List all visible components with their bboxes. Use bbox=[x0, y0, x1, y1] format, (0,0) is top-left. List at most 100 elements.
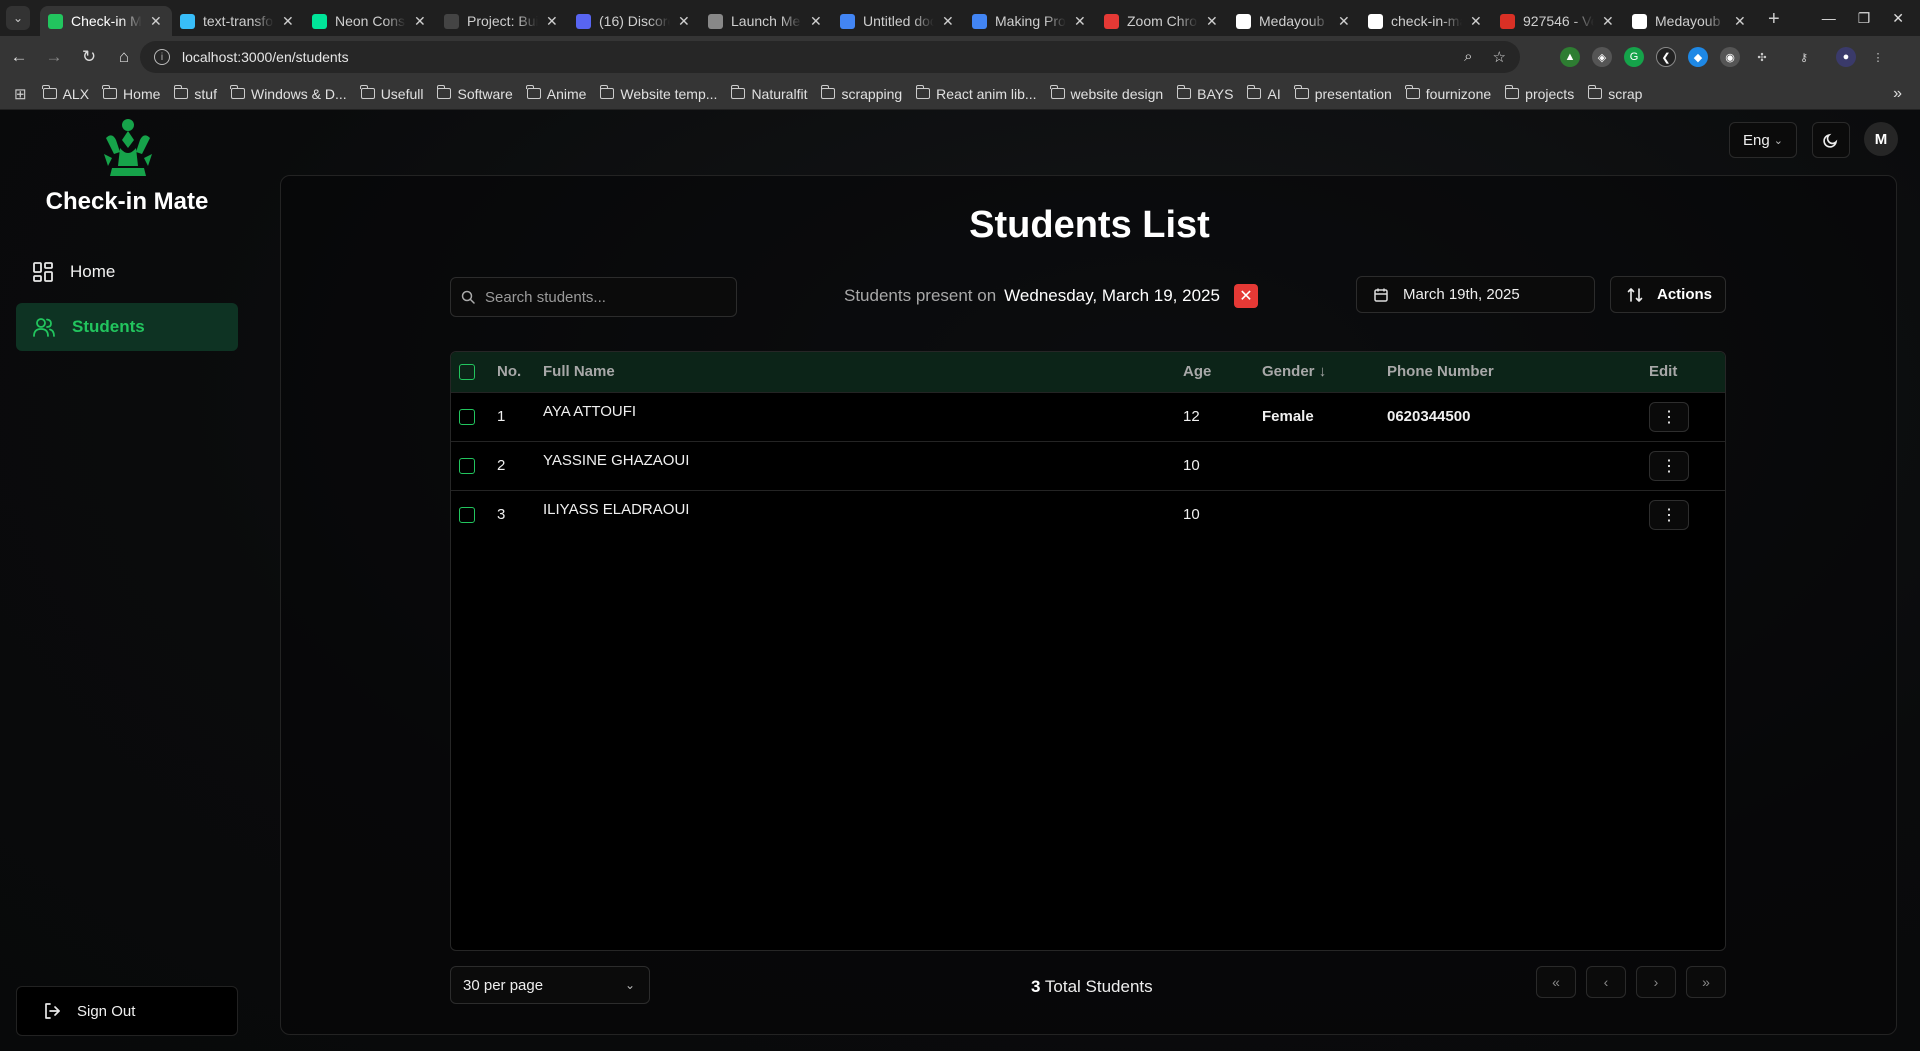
browser-tab[interactable]: Untitled doc ✕ bbox=[832, 6, 964, 36]
url-text: localhost:3000/en/students bbox=[182, 49, 349, 65]
date-picker-button[interactable]: March 19th, 2025 bbox=[1356, 276, 1595, 313]
close-window-button[interactable]: ✕ bbox=[1892, 10, 1904, 27]
browser-tab[interactable]: Zoom Chrome ✕ bbox=[1096, 6, 1228, 36]
language-select[interactable]: Eng ⌄ bbox=[1729, 122, 1797, 158]
theme-toggle-button[interactable] bbox=[1812, 122, 1850, 158]
close-tab-icon[interactable]: ✕ bbox=[1602, 13, 1616, 30]
close-tab-icon[interactable]: ✕ bbox=[1338, 13, 1352, 30]
browser-menu-icon[interactable]: ⋮ bbox=[1868, 47, 1888, 67]
row-checkbox[interactable] bbox=[459, 458, 475, 475]
bookmark-item[interactable]: Website temp... bbox=[599, 85, 717, 102]
back-button[interactable]: ← bbox=[3, 41, 35, 73]
bookmark-item[interactable]: ALX bbox=[41, 85, 89, 102]
address-bar[interactable]: i localhost:3000/en/students ⌕ ☆ bbox=[140, 41, 1520, 73]
apps-grid-icon[interactable]: ⊞ bbox=[14, 85, 27, 103]
bookmark-item[interactable]: scrapping bbox=[820, 85, 902, 102]
extension-icon[interactable]: ◆ bbox=[1688, 47, 1708, 67]
site-info-icon[interactable]: i bbox=[154, 49, 170, 65]
bookmark-item[interactable]: Windows & D... bbox=[230, 85, 347, 102]
browser-tab[interactable]: (16) Discord ✕ bbox=[568, 6, 700, 36]
sidebar-item-students[interactable]: Students bbox=[16, 303, 238, 351]
extension-icon[interactable]: ▲ bbox=[1560, 47, 1580, 67]
bookmark-item[interactable]: AI bbox=[1246, 85, 1281, 102]
browser-tab[interactable]: Neon Console ✕ bbox=[304, 6, 436, 36]
bookmark-item[interactable]: presentation bbox=[1294, 85, 1392, 102]
bookmark-item[interactable]: stuf bbox=[173, 85, 217, 102]
bookmark-item[interactable]: fournizone bbox=[1405, 85, 1491, 102]
zoom-icon[interactable]: ⌕ bbox=[1464, 48, 1472, 66]
browser-tab[interactable]: Medayoub ✕ bbox=[1228, 6, 1360, 36]
previous-page-button[interactable]: ‹ bbox=[1586, 966, 1626, 998]
close-tab-icon[interactable]: ✕ bbox=[546, 13, 560, 30]
first-page-button[interactable]: « bbox=[1536, 966, 1576, 998]
bookmark-item[interactable]: projects bbox=[1504, 85, 1574, 102]
table-body: 1 AYA ATTOUFI 12 Female 0620344500 ⋮ 2 YASSINE … bbox=[451, 392, 1725, 539]
bookmark-item[interactable]: Naturalfit bbox=[730, 85, 807, 102]
password-key-icon[interactable]: ⚷ bbox=[1794, 47, 1814, 67]
sign-out-icon bbox=[45, 1003, 60, 1019]
select-all-checkbox[interactable] bbox=[459, 364, 475, 381]
close-tab-icon[interactable]: ✕ bbox=[1470, 13, 1484, 30]
close-tab-icon[interactable]: ✕ bbox=[1206, 13, 1220, 30]
close-tab-icon[interactable]: ✕ bbox=[150, 13, 164, 30]
browser-tab[interactable]: Check-in Mate ✕ bbox=[40, 6, 172, 36]
close-tab-icon[interactable]: ✕ bbox=[282, 13, 296, 30]
reload-button[interactable]: ↻ bbox=[73, 41, 105, 73]
bookmark-item[interactable]: React anim lib... bbox=[915, 85, 1037, 102]
last-page-button[interactable]: » bbox=[1686, 966, 1726, 998]
close-tab-icon[interactable]: ✕ bbox=[678, 13, 692, 30]
close-tab-icon[interactable]: ✕ bbox=[1734, 13, 1748, 30]
row-checkbox[interactable] bbox=[459, 409, 475, 426]
browser-tab[interactable]: Launch Me ✕ bbox=[700, 6, 832, 36]
close-tab-icon[interactable]: ✕ bbox=[414, 13, 428, 30]
close-tab-icon[interactable]: ✕ bbox=[810, 13, 824, 30]
column-header-no: No. bbox=[497, 363, 522, 381]
browser-tab[interactable]: text-transform ✕ bbox=[172, 6, 304, 36]
next-page-button[interactable]: › bbox=[1636, 966, 1676, 998]
extension-icon[interactable]: ◈ bbox=[1592, 47, 1612, 67]
row-actions-button[interactable]: ⋮ bbox=[1649, 450, 1689, 481]
grammarly-icon[interactable]: G bbox=[1624, 47, 1644, 67]
tab-search-button[interactable]: ⌄ bbox=[6, 6, 30, 30]
browser-tab[interactable]: Making Pro ✕ bbox=[964, 6, 1096, 36]
browser-tab[interactable]: Project: Build ✕ bbox=[436, 6, 568, 36]
browser-tabstrip: ⌄ Check-in Mate✕text-transform✕Neon Cons… bbox=[0, 0, 1920, 36]
new-tab-button[interactable]: + bbox=[1768, 8, 1780, 31]
bookmark-item[interactable]: scrap bbox=[1587, 85, 1642, 102]
row-actions-button[interactable]: ⋮ bbox=[1649, 499, 1689, 530]
rows-per-page-select[interactable]: 30 per page ⌄ bbox=[450, 966, 650, 1004]
row-actions-button[interactable]: ⋮ bbox=[1649, 401, 1689, 432]
profile-icon[interactable]: ● bbox=[1836, 47, 1856, 67]
sidebar-item-home[interactable]: Home bbox=[16, 248, 238, 296]
avatar[interactable]: M bbox=[1864, 122, 1898, 156]
bookmark-item[interactable]: Usefull bbox=[360, 85, 423, 102]
pagination: « ‹ › » bbox=[1536, 966, 1726, 998]
clear-date-button[interactable]: ✕ bbox=[1233, 284, 1258, 308]
row-checkbox[interactable] bbox=[459, 507, 475, 524]
camera-icon[interactable]: ◉ bbox=[1720, 47, 1740, 67]
more-bookmarks-icon[interactable]: » bbox=[1893, 85, 1902, 103]
home-button[interactable]: ⌂ bbox=[108, 41, 140, 73]
forward-button[interactable]: → bbox=[38, 41, 70, 73]
bookmark-star-icon[interactable]: ☆ bbox=[1493, 48, 1506, 66]
bookmark-item[interactable]: Software bbox=[436, 85, 513, 102]
sign-out-button[interactable]: Sign Out bbox=[16, 986, 238, 1036]
puzzle-icon[interactable]: ✣ bbox=[1752, 47, 1772, 67]
close-tab-icon[interactable]: ✕ bbox=[942, 13, 956, 30]
restore-button[interactable]: ❐ bbox=[1858, 10, 1871, 27]
browser-tab[interactable]: Medayoub ✕ bbox=[1624, 6, 1756, 36]
close-tab-icon[interactable]: ✕ bbox=[1074, 13, 1088, 30]
bookmark-item[interactable]: website design bbox=[1049, 85, 1163, 102]
extension-icon[interactable]: ❮ bbox=[1656, 47, 1676, 67]
bookmark-item[interactable]: Home bbox=[102, 85, 160, 102]
actions-button[interactable]: Actions bbox=[1610, 276, 1726, 313]
column-header-gender[interactable]: Gender ↓ bbox=[1262, 352, 1387, 392]
search-input[interactable] bbox=[485, 288, 725, 306]
browser-tab[interactable]: check-in-mate ✕ bbox=[1360, 6, 1492, 36]
search-box[interactable] bbox=[450, 277, 737, 317]
bookmark-item[interactable]: Anime bbox=[526, 85, 586, 102]
bookmark-item[interactable]: BAYS bbox=[1176, 85, 1233, 102]
browser-tab[interactable]: 927546 - Ve ✕ bbox=[1492, 6, 1624, 36]
minimize-button[interactable]: — bbox=[1822, 10, 1836, 26]
folder-icon bbox=[1049, 85, 1065, 99]
